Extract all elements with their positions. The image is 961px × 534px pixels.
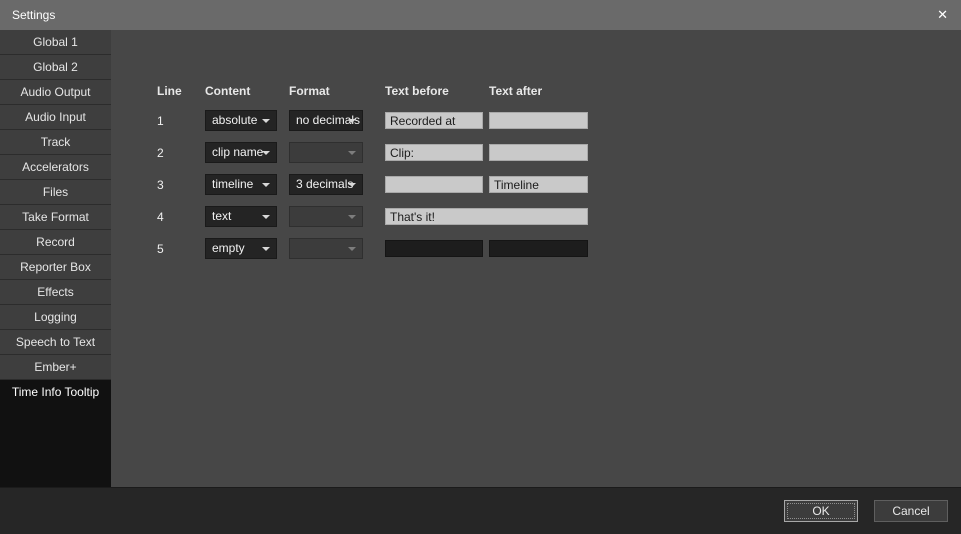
time-info-tooltip-panel: Line Content Format Text before Text aft… — [111, 30, 961, 487]
content-dropdown[interactable]: clip name — [205, 142, 277, 163]
window-title: Settings — [12, 0, 55, 30]
column-header-content: Content — [205, 84, 250, 98]
line-number: 4 — [157, 206, 164, 228]
chevron-down-icon — [348, 183, 356, 187]
text-after-input[interactable] — [489, 112, 588, 129]
format-dropdown — [289, 206, 363, 227]
table-row: 1 absolute no decimals — [111, 110, 961, 132]
dropdown-value: empty — [212, 239, 245, 258]
table-row: 5 empty — [111, 238, 961, 260]
format-dropdown[interactable]: 3 decimals — [289, 174, 363, 195]
column-header-format: Format — [289, 84, 330, 98]
text-after-input[interactable] — [489, 144, 588, 161]
sidebar-item-speech-to-text[interactable]: Speech to Text — [0, 330, 111, 355]
sidebar: Global 1 Global 2 Audio Output Audio Inp… — [0, 30, 111, 487]
sidebar-item-logging[interactable]: Logging — [0, 305, 111, 330]
table-row: 3 timeline 3 decimals — [111, 174, 961, 196]
sidebar-item-effects[interactable]: Effects — [0, 280, 111, 305]
line-number: 1 — [157, 110, 164, 132]
format-dropdown[interactable]: no decimals — [289, 110, 363, 131]
sidebar-item-audio-input[interactable]: Audio Input — [0, 105, 111, 130]
sidebar-item-track[interactable]: Track — [0, 130, 111, 155]
sidebar-item-take-format[interactable]: Take Format — [0, 205, 111, 230]
title-bar: Settings ✕ — [0, 0, 961, 30]
dropdown-value: clip name — [212, 143, 263, 162]
dropdown-value: text — [212, 207, 231, 226]
content-dropdown[interactable]: timeline — [205, 174, 277, 195]
line-number: 2 — [157, 142, 164, 164]
chevron-down-icon — [348, 151, 356, 155]
dropdown-value: timeline — [212, 175, 253, 194]
sidebar-item-global-1[interactable]: Global 1 — [0, 30, 111, 55]
content-dropdown[interactable]: empty — [205, 238, 277, 259]
text-before-input — [385, 240, 483, 257]
column-header-text-after: Text after — [489, 84, 542, 98]
ok-button[interactable]: OK — [784, 500, 858, 522]
sidebar-item-reporter-box[interactable]: Reporter Box — [0, 255, 111, 280]
text-before-input[interactable] — [385, 112, 483, 129]
chevron-down-icon — [262, 119, 270, 123]
text-after-input — [489, 240, 588, 257]
footer-bar: OK Cancel — [0, 487, 961, 534]
sidebar-item-audio-output[interactable]: Audio Output — [0, 80, 111, 105]
column-header-line: Line — [157, 84, 182, 98]
chevron-down-icon — [262, 247, 270, 251]
table-row: 4 text — [111, 206, 961, 228]
sidebar-item-ember-plus[interactable]: Ember+ — [0, 355, 111, 380]
close-icon[interactable]: ✕ — [937, 0, 948, 30]
text-before-input[interactable] — [385, 208, 588, 225]
dropdown-value: 3 decimals — [296, 175, 353, 194]
sidebar-item-time-info-tooltip[interactable]: Time Info Tooltip — [0, 380, 111, 405]
content-dropdown[interactable]: absolute — [205, 110, 277, 131]
sidebar-item-accelerators[interactable]: Accelerators — [0, 155, 111, 180]
chevron-down-icon — [262, 151, 270, 155]
chevron-down-icon — [348, 119, 356, 123]
sidebar-item-global-2[interactable]: Global 2 — [0, 55, 111, 80]
line-number: 5 — [157, 238, 164, 260]
line-number: 3 — [157, 174, 164, 196]
dropdown-value: absolute — [212, 111, 257, 130]
column-header-text-before: Text before — [385, 84, 449, 98]
format-dropdown — [289, 142, 363, 163]
sidebar-item-record[interactable]: Record — [0, 230, 111, 255]
chevron-down-icon — [262, 183, 270, 187]
table-row: 2 clip name — [111, 142, 961, 164]
text-before-input[interactable] — [385, 144, 483, 161]
chevron-down-icon — [348, 247, 356, 251]
sidebar-item-files[interactable]: Files — [0, 180, 111, 205]
chevron-down-icon — [348, 215, 356, 219]
text-after-input[interactable] — [489, 176, 588, 193]
settings-window: Settings ✕ Global 1 Global 2 Audio Outpu… — [0, 0, 961, 534]
chevron-down-icon — [262, 215, 270, 219]
cancel-button[interactable]: Cancel — [874, 500, 948, 522]
table-header-row: Line Content Format Text before Text aft… — [111, 84, 961, 100]
format-dropdown — [289, 238, 363, 259]
text-before-input[interactable] — [385, 176, 483, 193]
content-dropdown[interactable]: text — [205, 206, 277, 227]
